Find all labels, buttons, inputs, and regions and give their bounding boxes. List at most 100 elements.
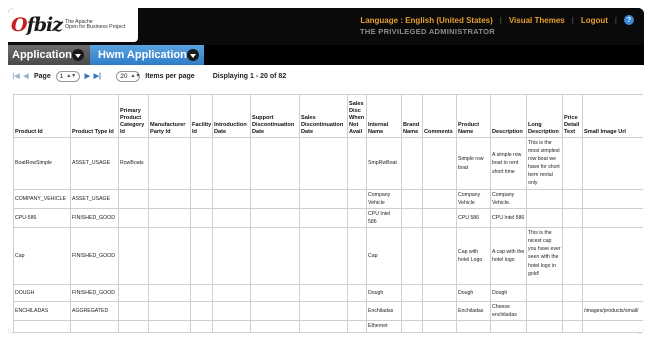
- column-header[interactable]: Product Name: [456, 94, 491, 138]
- column-header[interactable]: Introduction Date: [212, 94, 251, 138]
- logo-tagline-line2: Open for Business Project: [65, 24, 126, 30]
- table-cell: [456, 320, 491, 334]
- table-cell: [347, 188, 367, 210]
- column-header[interactable]: Product Id: [13, 94, 71, 138]
- table-row[interactable]: BoatRowSimple ASSET_USAGE RowBoats SmpRw…: [13, 137, 643, 190]
- table-cell: [582, 137, 643, 190]
- table-cell: [347, 284, 367, 303]
- table-cell: [526, 301, 563, 322]
- app-frame: Ofbiz The Apache Open for Business Proje…: [8, 8, 644, 334]
- table-cell: Cheese enchiladas: [490, 301, 527, 322]
- table-cell: [212, 320, 251, 334]
- last-page-icon[interactable]: ▶|: [93, 72, 101, 80]
- current-app-tab[interactable]: Hwm Application: [90, 45, 204, 65]
- chevron-down-icon[interactable]: [187, 49, 199, 61]
- table-cell: Company Vehicle: [366, 188, 402, 210]
- table-cell: [562, 137, 583, 190]
- column-header[interactable]: Sales Discontinuation Date: [299, 94, 348, 138]
- table-cell: [212, 301, 251, 322]
- previous-page-icon[interactable]: ◀: [22, 72, 30, 80]
- table-cell: [422, 208, 457, 229]
- current-app-tab-label: Hwm Application: [98, 49, 187, 61]
- table-cell: [250, 208, 300, 229]
- column-header[interactable]: Description: [490, 94, 527, 138]
- table-cell: [526, 320, 563, 334]
- table-cell: FINISHED_GOOD: [70, 284, 119, 303]
- column-header[interactable]: Brand Name: [401, 94, 423, 138]
- table-cell: RowBoats: [118, 137, 149, 190]
- link-separator: |: [571, 15, 574, 25]
- ofbiz-logo[interactable]: Ofbiz The Apache Open for Business Proje…: [8, 8, 138, 42]
- page-size-select[interactable]: 20 ▲▼: [116, 70, 141, 82]
- table-cell: [118, 208, 149, 229]
- table-cell: Dough: [456, 284, 491, 303]
- visual-themes-link[interactable]: Visual Themes: [509, 16, 565, 25]
- table-cell: [347, 301, 367, 322]
- select-arrow-icon: ▲▼: [130, 73, 141, 79]
- table-cell: ASSET_USAGE: [70, 137, 119, 190]
- table-cell: [422, 227, 457, 286]
- column-header[interactable]: Primary Product Category Id: [118, 94, 149, 138]
- column-header[interactable]: Manufacturer Party Id: [148, 94, 191, 138]
- applications-tab-label: Applications: [12, 49, 79, 61]
- column-header[interactable]: Product Type Id: [70, 94, 119, 138]
- table-row[interactable]: Cap FINISHED_GOOD Cap Cap with hotel Log…: [13, 227, 643, 286]
- page-select[interactable]: 1 ▲▼: [55, 70, 81, 82]
- logo-wordmark: Ofbiz: [11, 13, 63, 36]
- table-cell: BoatRowSimple: [13, 137, 71, 190]
- table-cell: [190, 208, 213, 229]
- table-cell: ENCHILADAS: [13, 301, 71, 322]
- table-cell: [250, 320, 300, 334]
- table-row[interactable]: DOUGH FINISHED_GOOD Dough Dough Dough: [13, 284, 643, 303]
- user-name: THE PRIVILEGED ADMINISTRATOR: [360, 27, 495, 36]
- table-cell: [582, 284, 643, 303]
- table-cell: FINISHED_GOOD: [70, 208, 119, 229]
- table-cell: [562, 284, 583, 303]
- table-cell: [148, 320, 191, 334]
- column-header[interactable]: Support Discontinuation Date: [250, 94, 300, 138]
- table-cell: [190, 301, 213, 322]
- column-header[interactable]: Comments: [422, 94, 457, 138]
- logo-accent: O: [11, 13, 28, 36]
- table-cell: [582, 227, 643, 286]
- table-cell: This is the nicest cap you have ever see…: [526, 227, 563, 286]
- page-size-select-value: 20: [120, 72, 128, 80]
- table-cell: [347, 227, 367, 286]
- table-cell: [250, 301, 300, 322]
- table-cell: [299, 188, 348, 210]
- table-row[interactable]: CPU-586 FINISHED_GOOD CPU Intel 586 CPU …: [13, 208, 643, 229]
- table-row[interactable]: ENCHILADAS AGGREGATED Enchiladas Enchila…: [13, 301, 643, 322]
- applications-tab[interactable]: Applications: [8, 45, 90, 65]
- page-select-value: 1: [59, 72, 64, 80]
- table-row[interactable]: Ethernet: [13, 320, 643, 334]
- table-cell: [526, 208, 563, 229]
- column-header[interactable]: Facility Id: [190, 94, 213, 138]
- column-header[interactable]: Internal Name: [366, 94, 402, 138]
- first-page-icon[interactable]: |◀: [12, 72, 20, 80]
- table-cell: [562, 188, 583, 210]
- table-cell: [190, 137, 213, 190]
- table-cell: [299, 301, 348, 322]
- table-cell: [299, 208, 348, 229]
- column-header[interactable]: Sales Disc When Not Avail: [347, 94, 367, 138]
- table-cell: [422, 284, 457, 303]
- table-cell: Enchiladas: [456, 301, 491, 322]
- table-cell: CPU 586: [456, 208, 491, 229]
- table-cell: AGGREGATED: [70, 301, 119, 322]
- language-link[interactable]: Language : English (United States): [360, 16, 492, 25]
- logo-tagline: The Apache Open for Business Project: [65, 19, 126, 31]
- top-links: Language : English (United States) | Vis…: [360, 15, 634, 25]
- table-cell: [582, 320, 643, 334]
- logout-link[interactable]: Logout: [581, 16, 608, 25]
- help-icon[interactable]: ?: [624, 15, 634, 25]
- chevron-down-icon[interactable]: [72, 49, 84, 61]
- column-header[interactable]: Long Description: [526, 94, 563, 138]
- table-cell: [422, 301, 457, 322]
- link-separator: |: [499, 15, 502, 25]
- column-header[interactable]: Price Detail Text: [562, 94, 583, 138]
- table-row[interactable]: COMPANY_VEHICLE ASSET_USAGE Company Vehi…: [13, 188, 643, 210]
- table-cell: DOUGH: [13, 284, 71, 303]
- next-page-icon[interactable]: ▶: [83, 72, 91, 80]
- table-cell: Dough: [490, 284, 527, 303]
- column-header[interactable]: Small Image Url: [582, 94, 643, 138]
